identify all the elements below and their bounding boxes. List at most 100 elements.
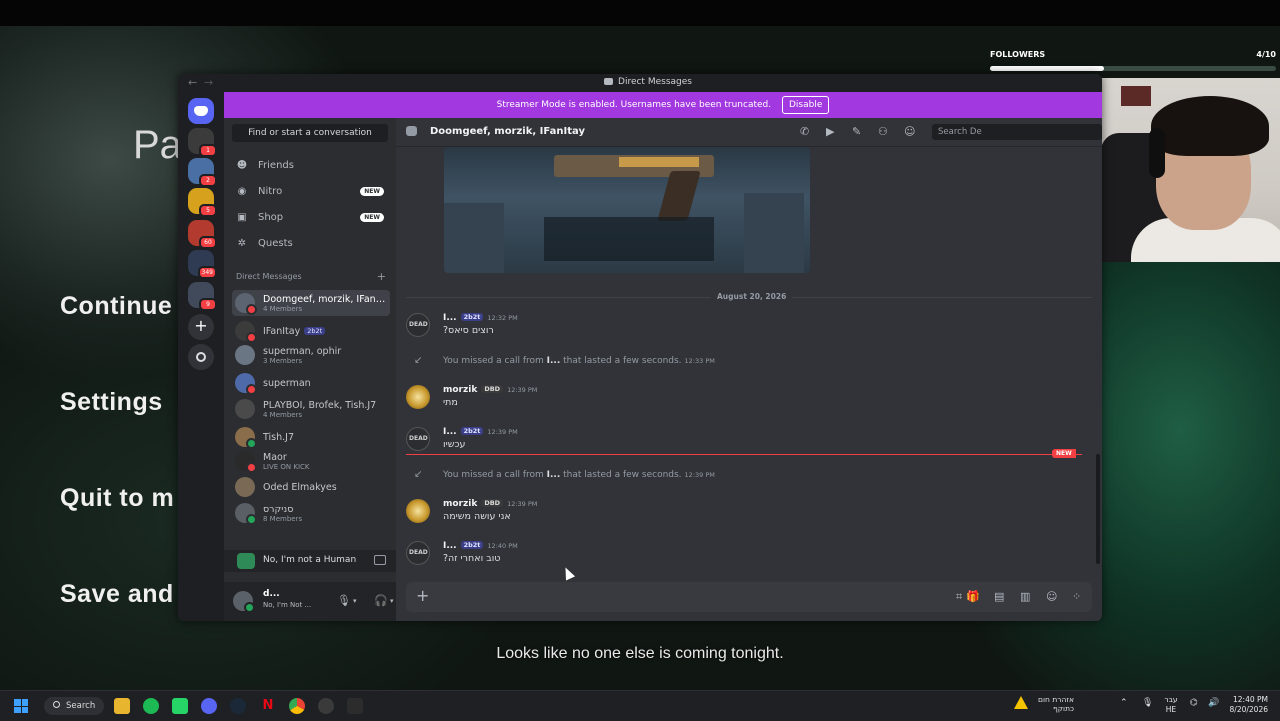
heat-warning-icon[interactable] — [1014, 696, 1028, 709]
member-list-icon[interactable]: ☺ — [904, 125, 915, 138]
status-dot — [246, 384, 257, 395]
message-author[interactable]: morzik — [443, 385, 477, 395]
activity-panel[interactable]: No, I'm not a Human — [224, 550, 396, 572]
server-icon-4[interactable]: 60 — [188, 220, 217, 249]
chevron-down-icon[interactable]: ▾ — [353, 597, 357, 605]
gift-icon[interactable]: 🎁 — [966, 590, 980, 603]
image-attachment[interactable] — [444, 147, 810, 273]
user-status: No, I'm Not ... — [263, 601, 312, 609]
nav-nitro[interactable]: ◉ Nitro NEW — [232, 180, 388, 202]
discord-window: ← → Direct Messages 1 2 5 60 349 9 + Str… — [178, 74, 1102, 621]
message-text: אני עושה משימה — [443, 511, 511, 522]
discord-taskbar-icon[interactable] — [201, 698, 217, 714]
whatsapp-icon[interactable] — [172, 698, 188, 714]
message-author[interactable]: I... — [443, 427, 457, 437]
dm-name: Maor — [263, 451, 287, 463]
nav-shop[interactable]: ▣ Shop NEW — [232, 206, 388, 228]
server-tag: 2b2t — [460, 313, 484, 321]
message-time: 12:40 PM — [487, 542, 518, 550]
discord-home-button[interactable] — [188, 98, 214, 124]
game-menu-settings[interactable]: Settings — [60, 388, 163, 417]
clock[interactable]: 12:40 PM 8/20/2026 — [1228, 695, 1268, 715]
chat-header: Doomgeef, morzik, IFanItay ✆ ▶ ✎ ⚇ ☺ Sea… — [396, 118, 1102, 147]
dm-item[interactable]: Maor LIVE ON KICK — [232, 448, 390, 474]
headphones-icon[interactable]: 🎧 — [374, 594, 388, 607]
dm-item[interactable]: Tish.J7 — [232, 424, 390, 450]
message-author[interactable]: I... — [443, 541, 457, 551]
dm-item[interactable]: Doomgeef, morzik, IFanItay 4 Members — [232, 290, 390, 316]
nav-quests[interactable]: ✲ Quests — [232, 232, 388, 254]
dm-sub: 4 Members — [263, 304, 303, 313]
heat-warning-text: אזהרת חום כתוקף — [1038, 695, 1074, 713]
pinned-messages-icon[interactable]: ✎ — [852, 125, 861, 138]
add-friends-icon[interactable]: ⚇ — [878, 125, 888, 138]
voice-call-icon[interactable]: ✆ — [800, 125, 809, 138]
app-launcher-icon[interactable]: ⌗ — [956, 590, 962, 604]
network-icon[interactable]: ⌬ — [1190, 698, 1198, 708]
volume-icon[interactable]: 🔊 — [1208, 698, 1219, 708]
emoji-icon[interactable]: ☺ — [1046, 590, 1057, 603]
attach-plus-icon[interactable]: + — [416, 586, 429, 605]
activity-avatar — [237, 553, 255, 569]
screen-share-icon[interactable] — [374, 555, 386, 565]
keyboard-language[interactable]: עבר HE — [1162, 695, 1180, 715]
server-icon-3[interactable]: 5 — [188, 188, 217, 217]
microphone-icon[interactable]: 🎙 — [1142, 698, 1153, 708]
create-dm-plus-icon[interactable]: + — [377, 270, 386, 283]
message-author[interactable]: I... — [443, 313, 457, 323]
windows-start-icon[interactable] — [14, 699, 28, 713]
game-menu-quit[interactable]: Quit to m — [60, 484, 174, 513]
server-icon-6[interactable]: 9 — [188, 282, 217, 311]
dm-item[interactable]: Oded Elmakyes — [232, 474, 390, 500]
sticker-icon[interactable]: ▥ — [1020, 590, 1030, 603]
avatar[interactable] — [406, 385, 430, 409]
dm-item[interactable]: PLAYBOI, Brofek, Tish.J7 4 Members — [232, 396, 390, 422]
group-avatar — [235, 345, 255, 365]
spotify-icon[interactable] — [143, 698, 159, 714]
find-conversation-input[interactable]: Find or start a conversation — [232, 124, 388, 142]
gif-icon[interactable]: ▤ — [994, 590, 1004, 603]
message-scrollbar[interactable] — [1096, 454, 1100, 564]
server-icon-5[interactable]: 349 — [188, 250, 217, 279]
dm-item[interactable]: superman, ophir 3 Members — [232, 342, 390, 368]
avatar[interactable] — [406, 427, 430, 451]
message-author[interactable]: morzik — [443, 499, 477, 509]
avatar[interactable] — [406, 541, 430, 565]
chrome-icon[interactable] — [289, 698, 305, 714]
taskbar-search-button[interactable]: Search — [44, 697, 104, 715]
add-server-button[interactable]: + — [188, 314, 214, 340]
shop-icon: ▣ — [237, 211, 247, 223]
user-avatar — [235, 451, 257, 473]
dm-item[interactable]: סניקרס 8 Members — [232, 500, 390, 526]
message-composer[interactable]: + ⌗ 🎁 ▤ ▥ ☺ ⁘ — [406, 582, 1092, 612]
microphone-icon[interactable]: 🎙 — [337, 594, 351, 607]
netflix-icon[interactable]: N — [260, 698, 276, 714]
game-subtitle: Looks like no one else is coming tonight… — [496, 645, 784, 662]
missed-call-user[interactable]: I... — [547, 470, 561, 480]
game-menu-save[interactable]: Save and — [60, 580, 174, 609]
missed-call-user[interactable]: I... — [547, 356, 561, 366]
video-call-icon[interactable]: ▶ — [826, 125, 834, 138]
disable-streamer-mode-button[interactable]: Disable — [781, 95, 830, 114]
dm-item[interactable]: IFanItay 2b2t — [232, 318, 390, 344]
avatar[interactable] — [406, 313, 430, 337]
chat-search-input[interactable]: Search De — [932, 124, 1102, 140]
discover-compass-icon[interactable] — [188, 344, 214, 370]
server-icon-1[interactable]: 1 — [188, 128, 217, 157]
file-explorer-icon[interactable] — [114, 698, 130, 714]
nav-friends[interactable]: ☻ Friends — [232, 154, 388, 176]
avatar[interactable] — [233, 591, 255, 613]
app-icon[interactable] — [318, 698, 334, 714]
chevron-up-icon[interactable]: ⌃ — [1120, 698, 1128, 708]
server-icon-2[interactable]: 2 — [188, 158, 217, 187]
apps-icon[interactable]: ⁘ — [1072, 590, 1081, 603]
user-panel: d... No, I'm Not ... 🎙 ▾ 🎧 ▾ ⚙ — [224, 582, 421, 621]
message-list: August 20, 2026 I...2b2t12:32 PM רוצים ס… — [396, 147, 1102, 567]
dm-item[interactable]: superman — [232, 370, 390, 396]
steam-icon[interactable] — [230, 698, 246, 714]
avatar[interactable] — [406, 499, 430, 523]
chevron-down-icon[interactable]: ▾ — [390, 597, 394, 605]
game-menu-continue[interactable]: Continue — [60, 292, 172, 321]
missed-call-suffix: that lasted a few seconds. — [560, 356, 682, 366]
game-app-icon[interactable] — [347, 698, 363, 714]
